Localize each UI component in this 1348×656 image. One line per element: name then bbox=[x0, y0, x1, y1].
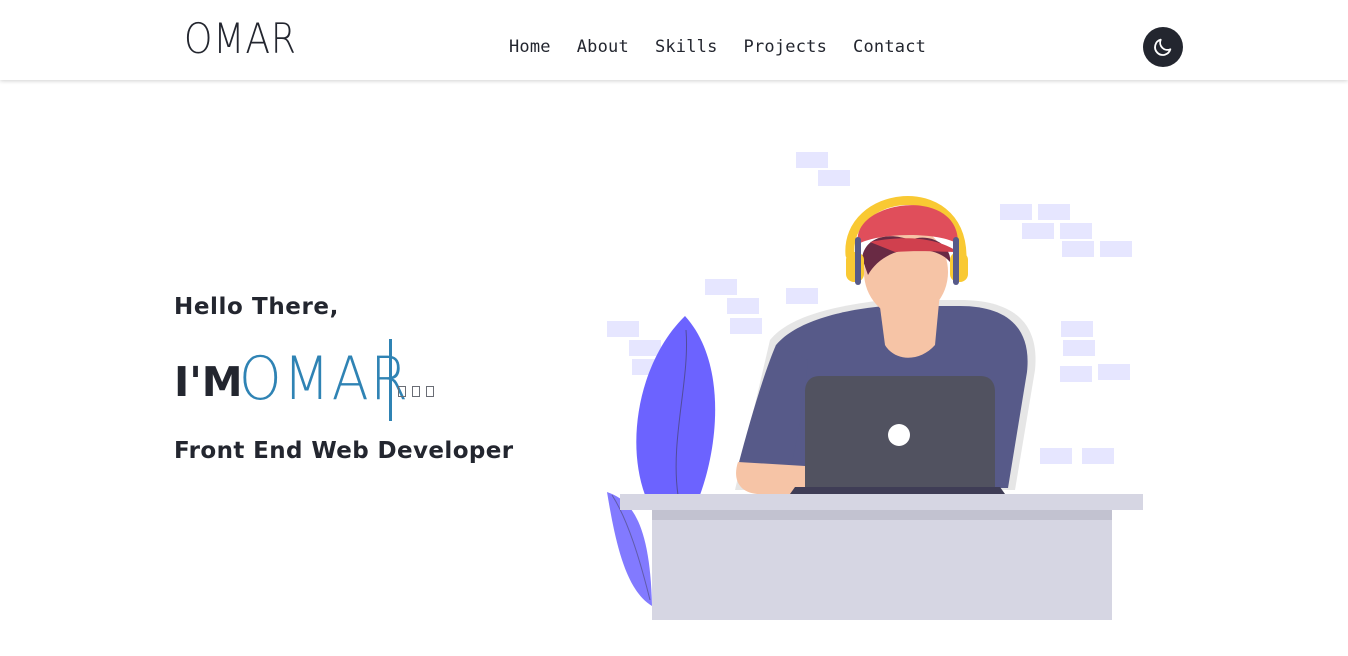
developer-illustration bbox=[600, 145, 1150, 625]
nav-link-contact[interactable]: Contact bbox=[853, 36, 926, 58]
nav-link-projects[interactable]: Projects bbox=[744, 36, 827, 58]
navbar: OMAR Home About Skills Projects Contact bbox=[0, 0, 1348, 80]
developer-with-laptop-illustration bbox=[607, 152, 1143, 620]
nav-links: Home About Skills Projects Contact bbox=[509, 36, 926, 58]
nav-link-skills[interactable]: Skills bbox=[655, 36, 718, 58]
site-logo[interactable]: OMAR bbox=[184, 18, 297, 60]
typing-dot bbox=[426, 386, 434, 397]
typing-cursor bbox=[389, 339, 392, 421]
hero-role: Front End Web Developer bbox=[174, 438, 514, 464]
hero-name-prefix: I'M bbox=[174, 358, 243, 406]
typing-indicator bbox=[398, 386, 434, 397]
hero-typed-name: OMAR bbox=[239, 344, 410, 414]
nav-link-about[interactable]: About bbox=[577, 36, 629, 58]
nav-link-home[interactable]: Home bbox=[509, 36, 551, 58]
theme-toggle-button[interactable] bbox=[1143, 27, 1183, 67]
typing-dot bbox=[412, 386, 420, 397]
moon-icon bbox=[1154, 38, 1172, 56]
typing-dot bbox=[398, 386, 406, 397]
hero-greeting: Hello There, bbox=[174, 294, 339, 320]
